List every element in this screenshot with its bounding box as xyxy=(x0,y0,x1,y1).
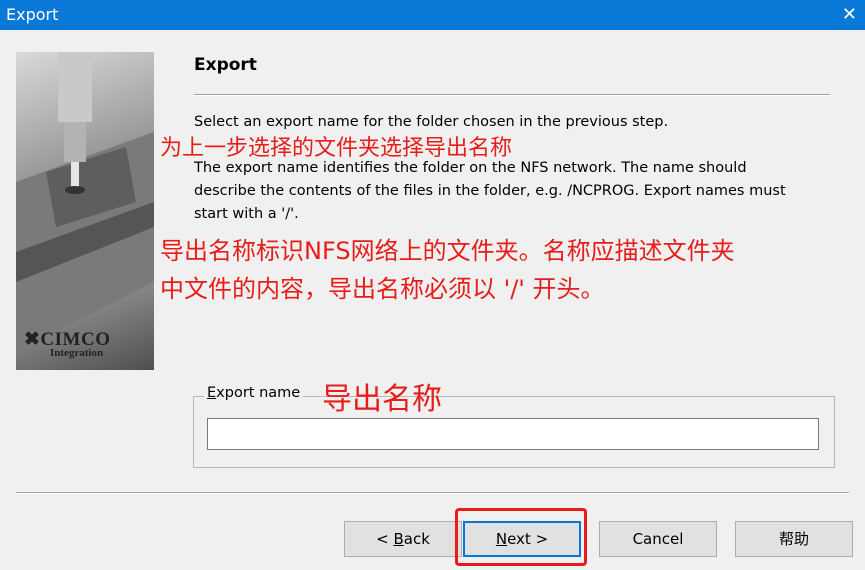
desc-line-2: The export name identifies the folder on… xyxy=(194,160,747,176)
window-title: Export xyxy=(6,5,59,24)
title-bar: Export ✕ xyxy=(0,0,865,30)
cimco-logo-image: ✖CIMCO Integration xyxy=(16,52,154,370)
logo-sub-text: Integration xyxy=(50,347,104,359)
machine-illustration xyxy=(16,52,154,352)
annotation-cn-3: 导出名称 xyxy=(322,382,442,417)
header-divider xyxy=(194,94,830,96)
desc-line-4: start with a '/'. xyxy=(194,206,299,222)
cancel-button[interactable]: Cancel xyxy=(599,521,717,557)
annotation-cn-2b: 中文件的内容，导出名称必须以 '/' 开头。 xyxy=(160,275,605,303)
page-heading: Export xyxy=(194,55,257,75)
export-name-accesskey: E xyxy=(207,385,217,401)
footer-divider xyxy=(16,492,849,494)
export-name-input[interactable] xyxy=(207,418,819,450)
annotation-cn-2a: 导出名称标识NFS网络上的文件夹。名称应描述文件夹 xyxy=(160,237,735,265)
desc-line-3: describe the contents of the files in th… xyxy=(194,183,786,199)
close-icon[interactable]: ✕ xyxy=(842,4,857,25)
help-button[interactable]: 帮助 xyxy=(735,521,853,557)
logo-brand: ✖CIMCO Integration xyxy=(24,328,152,359)
next-button-highlight xyxy=(455,508,587,566)
logo-mark-icon: ✖ xyxy=(24,329,41,350)
export-name-label: Export name xyxy=(204,385,304,401)
back-button[interactable]: < Back xyxy=(344,521,462,557)
